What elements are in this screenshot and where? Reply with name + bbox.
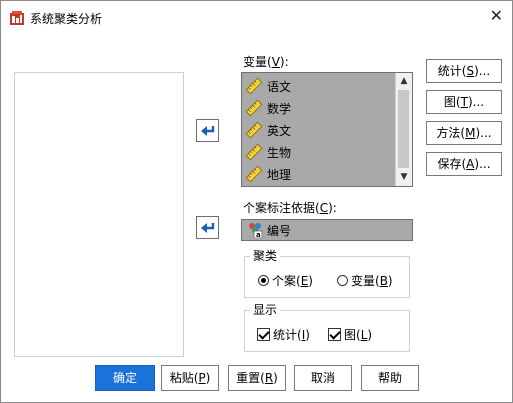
variables-listbox[interactable]: 语文 数学 英文 生物 地理 ▲ ▼ (241, 72, 413, 187)
ruler-icon (246, 144, 262, 160)
dialog-window: 系统聚类分析 ✕ 变量(V): 语文 数学 英文 生物 地理 ▲ ▼ 统计(S)… (0, 0, 513, 403)
case-label-value: 编号 (267, 223, 292, 238)
window-title: 系统聚类分析 (30, 12, 103, 26)
display-group-title: 显示 (250, 301, 281, 318)
plots-button[interactable]: 图(T)... (426, 90, 502, 114)
variable-label: 地理 (267, 167, 292, 182)
scroll-down-icon[interactable]: ▼ (397, 170, 411, 184)
save-button[interactable]: 保存(A)... (426, 152, 502, 176)
case-label-field[interactable]: a 编号 (241, 219, 413, 241)
list-item[interactable]: 语文 (246, 76, 291, 96)
ruler-icon (246, 122, 262, 138)
move-to-case-label-button[interactable] (196, 216, 219, 239)
variable-label: 英文 (267, 123, 292, 138)
cluster-variables-radio[interactable]: 变量(B) (337, 272, 393, 289)
ruler-icon (246, 78, 262, 94)
ok-button[interactable]: 确定 (95, 365, 155, 391)
checkbox-checked-icon[interactable] (328, 328, 341, 341)
variable-label: 数学 (267, 101, 292, 116)
variables-label: 变量(V): (243, 55, 289, 69)
ruler-icon (246, 100, 262, 116)
paste-button[interactable]: 粘贴(P) (161, 365, 219, 391)
app-icon (10, 11, 24, 25)
cluster-cases-radio[interactable]: 个案(E) (258, 272, 313, 289)
variable-label: 语文 (267, 79, 292, 94)
move-to-variables-button[interactable] (196, 119, 219, 142)
radio-selected-icon[interactable] (258, 275, 269, 286)
arrow-left-icon (200, 222, 214, 233)
list-item[interactable]: 数学 (246, 98, 291, 118)
svg-text:a: a (256, 231, 261, 238)
variable-label: 生物 (267, 145, 292, 160)
cluster-group-title: 聚类 (250, 247, 281, 264)
checkbox-checked-icon[interactable] (257, 328, 270, 341)
radio-unselected-icon[interactable] (337, 275, 348, 286)
ruler-icon (246, 166, 262, 182)
statistics-button[interactable]: 统计(S)... (426, 59, 502, 83)
list-item[interactable]: 地理 (246, 164, 291, 184)
scroll-up-icon[interactable]: ▲ (397, 74, 411, 88)
reset-button[interactable]: 重置(R) (228, 365, 286, 391)
list-item[interactable]: 英文 (246, 120, 291, 140)
arrow-left-icon (200, 125, 214, 136)
scroll-thumb[interactable] (398, 90, 409, 168)
close-icon[interactable]: ✕ (490, 7, 503, 25)
source-variable-list[interactable] (14, 72, 184, 357)
method-button[interactable]: 方法(M)... (426, 121, 502, 145)
nominal-string-icon: a (249, 223, 263, 238)
display-statistics-checkbox[interactable]: 统计(I) (257, 326, 310, 343)
variables-scrollbar[interactable]: ▲ ▼ (395, 73, 412, 186)
case-label-label: 个案标注依据(C): (243, 201, 337, 215)
title-bar: 系统聚类分析 ✕ (1, 1, 512, 35)
cancel-button[interactable]: 取消 (294, 365, 352, 391)
display-plots-checkbox[interactable]: 图(L) (328, 326, 372, 343)
list-item[interactable]: 生物 (246, 142, 291, 162)
help-button[interactable]: 帮助 (361, 365, 419, 391)
